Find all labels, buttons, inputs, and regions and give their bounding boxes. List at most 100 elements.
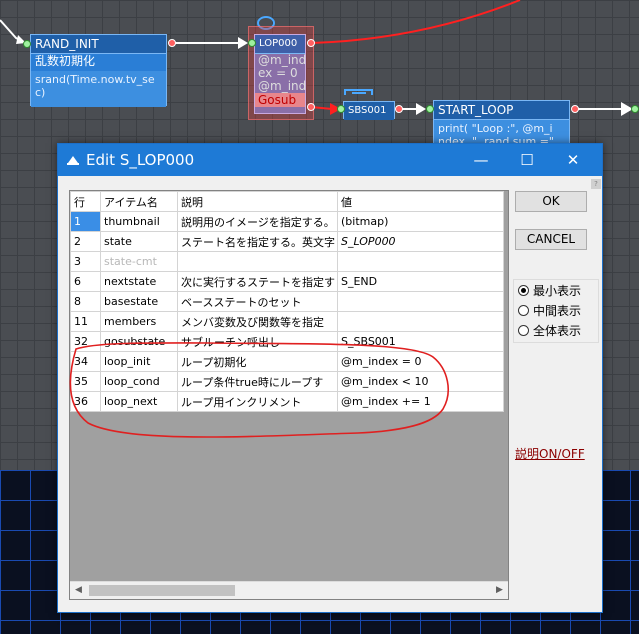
row-desc: サブルーチン呼出し: [177, 331, 338, 352]
node-lop000[interactable]: LOP000 @m_ind ex = 0 @m_ind Gosub: [254, 34, 306, 114]
maximize-button[interactable]: ☐: [504, 144, 550, 176]
node-lop000-gosub[interactable]: Gosub: [255, 93, 305, 107]
node-body-line: print( "Loop :", @m_i: [438, 122, 553, 135]
radio-medium-view[interactable]: 中間表示: [518, 303, 581, 319]
table-row[interactable]: 8 basestate ベースステートのセット: [70, 291, 504, 312]
row-value[interactable]: @m_index = 0: [337, 351, 504, 372]
node-sbs001[interactable]: SBS001: [343, 101, 395, 120]
row-desc: 説明用のイメージを指定する。: [177, 211, 338, 232]
node-lop000-output-pin[interactable]: [307, 39, 315, 47]
row-no: 36: [70, 391, 101, 412]
node-body-line: @m_ind: [258, 79, 307, 93]
row-desc: ループ用インクリメント: [177, 391, 338, 412]
close-button[interactable]: ✕: [550, 144, 596, 176]
row-desc: ステート名を指定する。英文字: [177, 231, 338, 252]
node-rand-init-output-pin[interactable]: [168, 39, 176, 47]
row-value[interactable]: S_LOP000: [337, 231, 504, 252]
row-no: 11: [70, 311, 101, 332]
dialog-titlebar[interactable]: Edit S_LOP000 — ☐ ✕: [58, 144, 602, 176]
resize-grip-icon[interactable]: ?: [591, 179, 601, 189]
row-value[interactable]: (bitmap): [337, 211, 504, 232]
scroll-right-icon[interactable]: ▶: [491, 582, 508, 599]
row-value[interactable]: S_END: [337, 271, 504, 292]
table-row[interactable]: 36 loop_next ループ用インクリメント @m_index += 1: [70, 391, 504, 412]
scroll-left-icon[interactable]: ◀: [70, 582, 87, 599]
node-sbs001-title: SBS001: [344, 102, 394, 120]
minimize-button[interactable]: —: [458, 144, 504, 176]
row-desc: ループ初期化: [177, 351, 338, 372]
node-lop000-input-pin[interactable]: [248, 39, 256, 47]
app-icon: [67, 156, 79, 165]
row-desc: [177, 251, 338, 272]
row-name: loop_init: [100, 351, 178, 372]
row-name: loop_cond: [100, 371, 178, 392]
row-no: 32: [70, 331, 101, 352]
column-header-name[interactable]: アイテム名: [100, 191, 178, 212]
radio-minimal-view[interactable]: 最小表示: [518, 283, 581, 299]
radio-dot-icon: [518, 305, 529, 316]
node-next-input-pin[interactable]: [631, 105, 639, 113]
table-header-row: 行 アイテム名 説明 値: [70, 191, 504, 212]
row-value[interactable]: S_SBS001: [337, 331, 504, 352]
row-no: 1: [70, 211, 101, 232]
table-row[interactable]: 3 state-cmt: [70, 251, 504, 272]
row-value[interactable]: [337, 251, 504, 272]
radio-dot-icon: [518, 285, 529, 296]
row-no: 35: [70, 371, 101, 392]
node-start-loop-input-pin[interactable]: [426, 105, 434, 113]
table-row[interactable]: 1 thumbnail 説明用のイメージを指定する。 (bitmap): [70, 211, 504, 232]
table-row[interactable]: 2 state ステート名を指定する。英文字 S_LOP000: [70, 231, 504, 252]
row-no: 34: [70, 351, 101, 372]
toggle-description-link[interactable]: 説明ON/OFF: [515, 445, 585, 462]
node-rand-init[interactable]: RAND_INIT 乱数初期化 srand(Time.now.tv_se c): [30, 34, 167, 107]
row-name: nextstate: [100, 271, 178, 292]
row-name: members: [100, 311, 178, 332]
row-value[interactable]: [337, 311, 504, 332]
column-header-value[interactable]: 値: [337, 191, 504, 212]
edit-dialog: Edit S_LOP000 — ☐ ✕ ? 行 アイテム名 説明 値 1 thu…: [57, 143, 603, 613]
node-start-loop-output-pin[interactable]: [571, 105, 579, 113]
table-row[interactable]: 6 nextstate 次に実行するステートを指定す S_END: [70, 271, 504, 292]
row-value[interactable]: @m_index += 1: [337, 391, 504, 412]
row-value[interactable]: @m_index < 10: [337, 371, 504, 392]
table-row[interactable]: 11 members メンバ変数及び関数等を指定: [70, 311, 504, 332]
node-rand-init-title: RAND_INIT: [31, 35, 166, 54]
row-desc: ベースステートのセット: [177, 291, 338, 312]
node-rand-init-input-pin[interactable]: [23, 40, 31, 48]
radio-full-view[interactable]: 全体表示: [518, 323, 581, 339]
view-mode-group: 最小表示 中間表示 全体表示: [513, 279, 599, 343]
radio-label: 全体表示: [533, 324, 582, 338]
row-no: 6: [70, 271, 101, 292]
node-sbs001-output-pin[interactable]: [395, 105, 403, 113]
row-desc: ループ条件true時にループす: [177, 371, 338, 392]
column-header-desc[interactable]: 説明: [177, 191, 338, 212]
node-start-loop-title: START_LOOP: [434, 101, 569, 120]
row-no: 3: [70, 251, 101, 272]
node-lop000-body: @m_ind ex = 0 @m_ind: [255, 54, 307, 93]
node-body-line: c): [35, 86, 46, 99]
cancel-button[interactable]: CANCEL: [515, 229, 587, 250]
row-value[interactable]: [337, 291, 504, 312]
column-header-no[interactable]: 行: [70, 191, 101, 212]
property-grid[interactable]: 行 アイテム名 説明 値 1 thumbnail 説明用のイメージを指定する。 …: [69, 190, 509, 600]
row-desc: 次に実行するステートを指定す: [177, 271, 338, 292]
radio-label: 最小表示: [533, 284, 582, 298]
row-no: 8: [70, 291, 101, 312]
property-table: 行 アイテム名 説明 値 1 thumbnail 説明用のイメージを指定する。 …: [70, 191, 504, 412]
row-name: state-cmt: [100, 251, 178, 272]
node-sbs001-input-pin[interactable]: [337, 105, 345, 113]
table-row[interactable]: 32 gosubstate サブルーチン呼出し S_SBS001: [70, 331, 504, 352]
node-lop000-title: LOP000: [255, 35, 305, 54]
node-lop000-gosub-pin[interactable]: [307, 103, 315, 111]
radio-label: 中間表示: [533, 304, 582, 318]
horizontal-scrollbar[interactable]: ◀ ▶: [70, 581, 508, 599]
row-name: gosubstate: [100, 331, 178, 352]
node-rand-init-body: srand(Time.now.tv_se c): [31, 71, 166, 107]
table-row[interactable]: 35 loop_cond ループ条件true時にループす @m_index < …: [70, 371, 504, 392]
node-start-loop[interactable]: START_LOOP print( "Loop :", @m_i ndex, "…: [433, 100, 570, 152]
row-no: 2: [70, 231, 101, 252]
ok-button[interactable]: OK: [515, 191, 587, 212]
row-name: state: [100, 231, 178, 252]
table-row[interactable]: 34 loop_init ループ初期化 @m_index = 0: [70, 351, 504, 372]
scroll-thumb[interactable]: [89, 585, 235, 596]
